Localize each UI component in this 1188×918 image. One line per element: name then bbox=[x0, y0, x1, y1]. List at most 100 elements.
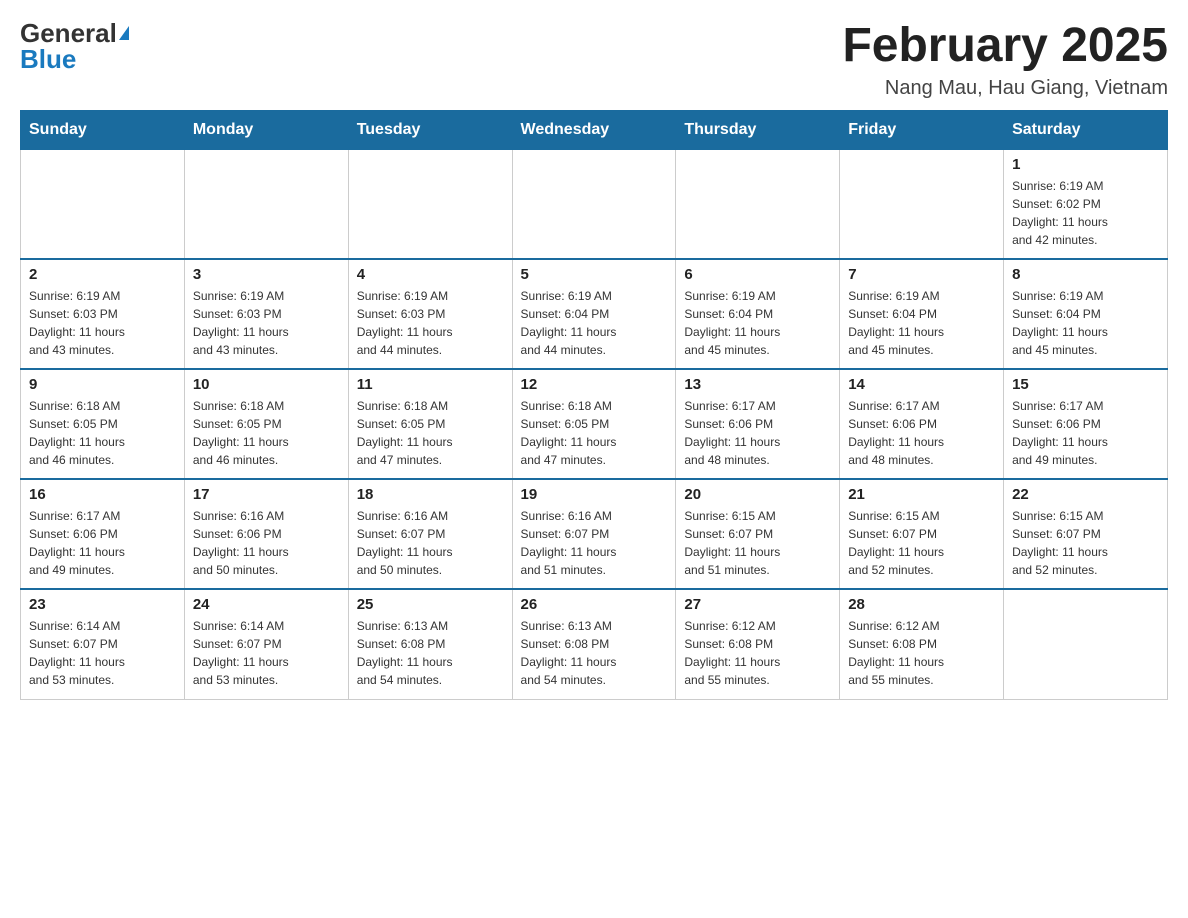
calendar-week-row: 23 Sunrise: 6:14 AM Sunset: 6:07 PM Dayli… bbox=[21, 589, 1168, 699]
day-info: Sunrise: 6:19 AM Sunset: 6:03 PM Dayligh… bbox=[29, 287, 176, 359]
day-info: Sunrise: 6:18 AM Sunset: 6:05 PM Dayligh… bbox=[521, 397, 668, 469]
day-of-week-header: Sunday bbox=[21, 110, 185, 149]
calendar-day-cell bbox=[1004, 589, 1168, 699]
day-number: 3 bbox=[193, 266, 340, 283]
day-info: Sunrise: 6:19 AM Sunset: 6:02 PM Dayligh… bbox=[1012, 177, 1159, 249]
day-info: Sunrise: 6:19 AM Sunset: 6:04 PM Dayligh… bbox=[521, 287, 668, 359]
day-number: 7 bbox=[848, 266, 995, 283]
calendar-header-row: SundayMondayTuesdayWednesdayThursdayFrid… bbox=[21, 110, 1168, 149]
calendar-day-cell bbox=[184, 149, 348, 259]
day-info: Sunrise: 6:14 AM Sunset: 6:07 PM Dayligh… bbox=[193, 617, 340, 689]
day-info: Sunrise: 6:13 AM Sunset: 6:08 PM Dayligh… bbox=[521, 617, 668, 689]
day-info: Sunrise: 6:19 AM Sunset: 6:04 PM Dayligh… bbox=[1012, 287, 1159, 359]
day-number: 12 bbox=[521, 376, 668, 393]
day-info: Sunrise: 6:12 AM Sunset: 6:08 PM Dayligh… bbox=[848, 617, 995, 689]
day-info: Sunrise: 6:15 AM Sunset: 6:07 PM Dayligh… bbox=[1012, 507, 1159, 579]
calendar-day-cell: 27 Sunrise: 6:12 AM Sunset: 6:08 PM Dayli… bbox=[676, 589, 840, 699]
day-info: Sunrise: 6:14 AM Sunset: 6:07 PM Dayligh… bbox=[29, 617, 176, 689]
calendar-day-cell bbox=[676, 149, 840, 259]
calendar-day-cell: 8 Sunrise: 6:19 AM Sunset: 6:04 PM Daylig… bbox=[1004, 259, 1168, 369]
calendar-day-cell: 14Sunrise: 6:17 AM Sunset: 6:06 PM Dayli… bbox=[840, 369, 1004, 479]
day-of-week-header: Saturday bbox=[1004, 110, 1168, 149]
logo-triangle-icon bbox=[119, 26, 129, 40]
calendar-day-cell: 18 Sunrise: 6:16 AM Sunset: 6:07 PM Dayli… bbox=[348, 479, 512, 589]
day-of-week-header: Wednesday bbox=[512, 110, 676, 149]
day-number: 20 bbox=[684, 486, 831, 503]
calendar-day-cell: 17Sunrise: 6:16 AM Sunset: 6:06 PM Dayli… bbox=[184, 479, 348, 589]
day-of-week-header: Tuesday bbox=[348, 110, 512, 149]
day-info: Sunrise: 6:19 AM Sunset: 6:04 PM Dayligh… bbox=[848, 287, 995, 359]
day-info: Sunrise: 6:18 AM Sunset: 6:05 PM Dayligh… bbox=[357, 397, 504, 469]
calendar-week-row: 9 Sunrise: 6:18 AM Sunset: 6:05 PM Daylig… bbox=[21, 369, 1168, 479]
calendar-day-cell: 5 Sunrise: 6:19 AM Sunset: 6:04 PM Daylig… bbox=[512, 259, 676, 369]
day-info: Sunrise: 6:15 AM Sunset: 6:07 PM Dayligh… bbox=[684, 507, 831, 579]
calendar-day-cell: 15 Sunrise: 6:17 AM Sunset: 6:06 PM Dayli… bbox=[1004, 369, 1168, 479]
calendar-week-row: 2 Sunrise: 6:19 AM Sunset: 6:03 PM Daylig… bbox=[21, 259, 1168, 369]
day-of-week-header: Friday bbox=[840, 110, 1004, 149]
calendar-day-cell: 22 Sunrise: 6:15 AM Sunset: 6:07 PM Dayli… bbox=[1004, 479, 1168, 589]
calendar-day-cell: 13 Sunrise: 6:17 AM Sunset: 6:06 PM Dayli… bbox=[676, 369, 840, 479]
calendar-day-cell bbox=[348, 149, 512, 259]
location: Nang Mau, Hau Giang, Vietnam bbox=[842, 77, 1168, 100]
calendar-day-cell: 23 Sunrise: 6:14 AM Sunset: 6:07 PM Dayli… bbox=[21, 589, 185, 699]
day-info: Sunrise: 6:12 AM Sunset: 6:08 PM Dayligh… bbox=[684, 617, 831, 689]
calendar-day-cell: 7 Sunrise: 6:19 AM Sunset: 6:04 PM Daylig… bbox=[840, 259, 1004, 369]
day-number: 15 bbox=[1012, 376, 1159, 393]
day-number: 21 bbox=[848, 486, 995, 503]
day-of-week-header: Monday bbox=[184, 110, 348, 149]
day-info: Sunrise: 6:19 AM Sunset: 6:04 PM Dayligh… bbox=[684, 287, 831, 359]
calendar-day-cell: 20 Sunrise: 6:15 AM Sunset: 6:07 PM Dayli… bbox=[676, 479, 840, 589]
day-number: 25 bbox=[357, 596, 504, 613]
calendar-table: SundayMondayTuesdayWednesdayThursdayFrid… bbox=[20, 110, 1168, 700]
logo-blue-text: Blue bbox=[20, 46, 76, 72]
day-info: Sunrise: 6:16 AM Sunset: 6:07 PM Dayligh… bbox=[521, 507, 668, 579]
logo: General Blue bbox=[20, 20, 129, 72]
calendar-week-row: 16 Sunrise: 6:17 AM Sunset: 6:06 PM Dayli… bbox=[21, 479, 1168, 589]
calendar-day-cell bbox=[840, 149, 1004, 259]
day-number: 11 bbox=[357, 376, 504, 393]
calendar-day-cell: 25 Sunrise: 6:13 AM Sunset: 6:08 PM Dayli… bbox=[348, 589, 512, 699]
calendar-day-cell: 28 Sunrise: 6:12 AM Sunset: 6:08 PM Dayli… bbox=[840, 589, 1004, 699]
day-number: 4 bbox=[357, 266, 504, 283]
calendar-day-cell: 1 Sunrise: 6:19 AM Sunset: 6:02 PM Daylig… bbox=[1004, 149, 1168, 259]
day-info: Sunrise: 6:17 AM Sunset: 6:06 PM Dayligh… bbox=[1012, 397, 1159, 469]
title-section: February 2025 Nang Mau, Hau Giang, Vietn… bbox=[842, 20, 1168, 100]
day-number: 27 bbox=[684, 596, 831, 613]
calendar-day-cell: 19 Sunrise: 6:16 AM Sunset: 6:07 PM Dayli… bbox=[512, 479, 676, 589]
day-number: 23 bbox=[29, 596, 176, 613]
day-number: 1 bbox=[1012, 156, 1159, 173]
calendar-day-cell: 6Sunrise: 6:19 AM Sunset: 6:04 PM Daylig… bbox=[676, 259, 840, 369]
day-info: Sunrise: 6:16 AM Sunset: 6:07 PM Dayligh… bbox=[357, 507, 504, 579]
day-info: Sunrise: 6:17 AM Sunset: 6:06 PM Dayligh… bbox=[684, 397, 831, 469]
day-number: 22 bbox=[1012, 486, 1159, 503]
day-number: 26 bbox=[521, 596, 668, 613]
day-info: Sunrise: 6:19 AM Sunset: 6:03 PM Dayligh… bbox=[357, 287, 504, 359]
day-number: 28 bbox=[848, 596, 995, 613]
calendar-day-cell: 10 Sunrise: 6:18 AM Sunset: 6:05 PM Dayli… bbox=[184, 369, 348, 479]
day-number: 8 bbox=[1012, 266, 1159, 283]
day-number: 10 bbox=[193, 376, 340, 393]
calendar-day-cell: 2 Sunrise: 6:19 AM Sunset: 6:03 PM Daylig… bbox=[21, 259, 185, 369]
calendar-day-cell: 16 Sunrise: 6:17 AM Sunset: 6:06 PM Dayli… bbox=[21, 479, 185, 589]
day-info: Sunrise: 6:15 AM Sunset: 6:07 PM Dayligh… bbox=[848, 507, 995, 579]
day-number: 17 bbox=[193, 486, 340, 503]
calendar-week-row: 1 Sunrise: 6:19 AM Sunset: 6:02 PM Daylig… bbox=[21, 149, 1168, 259]
day-number: 2 bbox=[29, 266, 176, 283]
day-info: Sunrise: 6:13 AM Sunset: 6:08 PM Dayligh… bbox=[357, 617, 504, 689]
day-number: 13 bbox=[684, 376, 831, 393]
logo-general-text: General bbox=[20, 20, 117, 46]
day-number: 16 bbox=[29, 486, 176, 503]
day-number: 18 bbox=[357, 486, 504, 503]
calendar-day-cell: 21 Sunrise: 6:15 AM Sunset: 6:07 PM Dayli… bbox=[840, 479, 1004, 589]
calendar-day-cell: 12 Sunrise: 6:18 AM Sunset: 6:05 PM Dayli… bbox=[512, 369, 676, 479]
calendar-day-cell: 26 Sunrise: 6:13 AM Sunset: 6:08 PM Dayli… bbox=[512, 589, 676, 699]
day-info: Sunrise: 6:17 AM Sunset: 6:06 PM Dayligh… bbox=[29, 507, 176, 579]
day-number: 19 bbox=[521, 486, 668, 503]
calendar-day-cell: 9Sunrise: 6:18 AM Sunset: 6:05 PM Daylig… bbox=[21, 369, 185, 479]
month-title: February 2025 bbox=[842, 20, 1168, 73]
day-info: Sunrise: 6:18 AM Sunset: 6:05 PM Dayligh… bbox=[193, 397, 340, 469]
page-header: General Blue February 2025 Nang Mau, Hau… bbox=[20, 20, 1168, 100]
calendar-day-cell bbox=[512, 149, 676, 259]
day-number: 5 bbox=[521, 266, 668, 283]
day-number: 9 bbox=[29, 376, 176, 393]
